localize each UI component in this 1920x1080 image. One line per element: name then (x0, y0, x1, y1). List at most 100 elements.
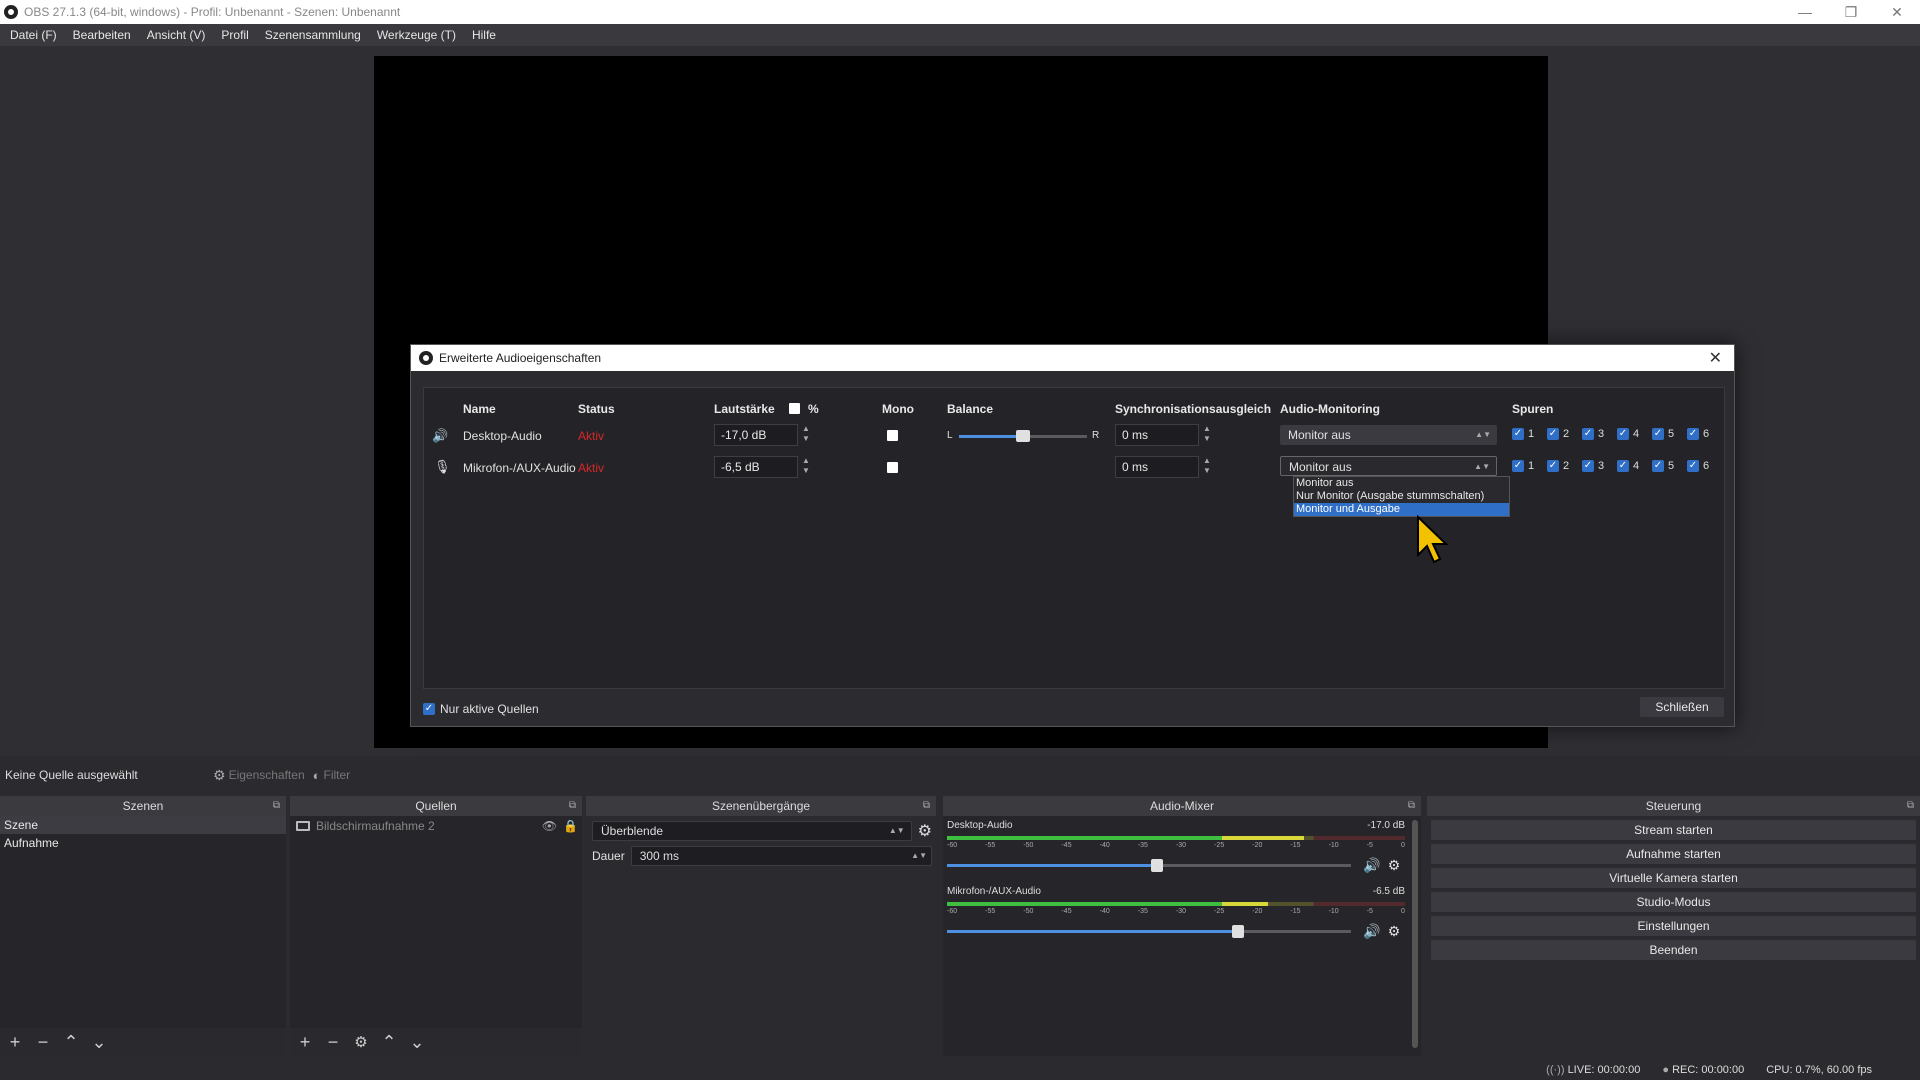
row-status: Aktiv (578, 429, 605, 443)
gear-icon[interactable]: ⚙ (352, 1033, 370, 1051)
track-5-checkbox[interactable]: ✓ 5 (1652, 428, 1674, 440)
track-6-checkbox[interactable]: ✓ 6 (1687, 460, 1709, 472)
transition-select[interactable]: Überblende ▲▼ (592, 821, 912, 841)
dropdown-option[interactable]: Monitor und Ausgabe (1294, 503, 1509, 516)
track-4-checkbox[interactable]: ✓ 4 (1617, 428, 1639, 440)
start-virtual-camera-button[interactable]: Virtuelle Kamera starten (1431, 868, 1916, 888)
volume-meter (947, 902, 1405, 906)
volume-input[interactable]: -17,0 dB (714, 424, 798, 446)
exit-button[interactable]: Beenden (1431, 940, 1916, 960)
properties-label: Eigenschaften (228, 768, 305, 782)
dropdown-option[interactable]: Nur Monitor (Ausgabe stummschalten) (1294, 490, 1509, 503)
menu-profile[interactable]: Profil (213, 24, 256, 46)
eye-icon[interactable]: 👁 (542, 819, 557, 833)
minimize-button[interactable]: — (1782, 0, 1828, 24)
duration-input[interactable]: 300 ms ▲▼ (630, 846, 932, 866)
move-down-icon[interactable]: ⌄ (408, 1032, 426, 1053)
undock-icon[interactable]: ⧉ (923, 796, 930, 816)
track-6-checkbox[interactable]: ✓ 6 (1687, 428, 1709, 440)
maximize-button[interactable]: ❐ (1828, 0, 1874, 24)
percent-checkbox[interactable] (789, 403, 800, 414)
undock-icon[interactable]: ⧉ (273, 796, 280, 816)
monitoring-select[interactable]: Monitor aus ▲▼ (1280, 456, 1497, 476)
mixer-dock-header: Audio-Mixer ⧉ (943, 796, 1421, 816)
add-icon[interactable]: + (296, 1032, 314, 1053)
close-button[interactable]: Schließen (1640, 697, 1724, 717)
speaker-icon[interactable]: 🔊 (1361, 923, 1383, 940)
move-up-icon[interactable]: ⌃ (380, 1032, 398, 1053)
close-window-button[interactable]: ✕ (1874, 0, 1920, 24)
gear-icon[interactable]: ⚙ (1383, 923, 1405, 940)
volume-spin-icon[interactable]: ▲ ▼ (800, 424, 812, 446)
gear-icon[interactable]: ⚙ (918, 821, 932, 841)
sync-spin-icon[interactable]: ▲ ▼ (1201, 456, 1213, 478)
track-3-checkbox[interactable]: ✓ 3 (1582, 428, 1604, 440)
mixer-scrollbar[interactable] (1412, 820, 1418, 1048)
menu-scene-collection[interactable]: Szenensammlung (257, 24, 369, 46)
track-5-checkbox[interactable]: ✓ 5 (1652, 460, 1674, 472)
menu-help[interactable]: Hilfe (464, 24, 504, 46)
track-2-checkbox[interactable]: ✓ 2 (1547, 428, 1569, 440)
filters-button[interactable]: ◐ Filter (313, 768, 351, 783)
start-recording-button[interactable]: Aufnahme starten (1431, 844, 1916, 864)
meter-inactive-overlay (1304, 836, 1405, 840)
close-icon[interactable]: ✕ (1709, 348, 1722, 368)
monitor-icon (296, 821, 310, 831)
undock-icon[interactable]: ⧉ (1408, 796, 1415, 816)
move-down-icon[interactable]: ⌄ (90, 1032, 108, 1053)
header-status: Status (578, 402, 615, 416)
balance-slider-fill (959, 435, 1023, 438)
mono-checkbox[interactable] (887, 462, 898, 473)
volume-slider[interactable] (947, 858, 1351, 872)
volume-slider-handle[interactable] (1151, 858, 1164, 872)
mono-checkbox[interactable] (887, 430, 898, 441)
controls-title: Steuerung (1645, 799, 1702, 813)
track-1-checkbox[interactable]: ✓ 1 (1512, 428, 1534, 440)
check-icon: ✓ (1687, 460, 1699, 472)
move-up-icon[interactable]: ⌃ (62, 1032, 80, 1053)
track-1-checkbox[interactable]: ✓ 1 (1512, 460, 1534, 472)
mixer-channel: Mikrofon-/AUX-Audio -6.5 dB -60 -55 -50 -45… (943, 882, 1409, 948)
settings-button[interactable]: Einstellungen (1431, 916, 1916, 936)
volume-slider-fill (947, 863, 1158, 867)
track-3-checkbox[interactable]: ✓ 3 (1582, 460, 1604, 472)
studio-mode-button[interactable]: Studio-Modus (1431, 892, 1916, 912)
volume-input[interactable]: -6,5 dB (714, 456, 798, 478)
only-active-sources-checkbox[interactable]: ✓ Nur aktive Quellen (423, 702, 539, 716)
volume-slider[interactable] (947, 924, 1351, 938)
monitoring-select[interactable]: Monitor aus ▲▼ (1280, 425, 1497, 445)
properties-button[interactable]: ⚙ Eigenschaften (213, 767, 305, 784)
balance-slider-handle[interactable] (1016, 430, 1030, 442)
rec-status: ● REC: 00:00:00 (1662, 1064, 1745, 1076)
only-active-label: Nur aktive Quellen (440, 702, 539, 716)
menu-view[interactable]: Ansicht (V) (139, 24, 214, 46)
add-icon[interactable]: + (6, 1032, 24, 1053)
obs-logo-icon (419, 351, 433, 365)
volume-spin-icon[interactable]: ▲ ▼ (800, 456, 812, 478)
dropdown-option[interactable]: Monitor aus (1294, 477, 1509, 490)
source-item[interactable]: Bildschirmaufnahme 2 👁 🔒 (290, 816, 582, 836)
gear-icon[interactable]: ⚙ (1383, 857, 1405, 874)
sync-offset-input[interactable]: 0 ms (1115, 424, 1199, 446)
sync-spin-icon[interactable]: ▲ ▼ (1201, 424, 1213, 446)
lock-icon[interactable]: 🔒 (563, 819, 578, 833)
menu-edit[interactable]: Bearbeiten (65, 24, 139, 46)
menu-file[interactable]: Datei (F) (2, 24, 65, 46)
row-name: Mikrofon-/AUX-Audio (463, 461, 576, 475)
start-stream-button[interactable]: Stream starten (1431, 820, 1916, 840)
remove-icon[interactable]: − (324, 1032, 342, 1053)
transitions-body: Überblende ▲▼ ⚙ Dauer 300 ms ▲▼ (586, 816, 936, 1056)
menu-tools[interactable]: Werkzeuge (T) (369, 24, 464, 46)
speaker-icon[interactable]: 🔊 (1361, 857, 1383, 874)
undock-icon[interactable]: ⧉ (1907, 796, 1914, 816)
balance-slider[interactable] (959, 430, 1087, 442)
scene-item[interactable]: Aufnahme (0, 834, 286, 852)
track-2-checkbox[interactable]: ✓ 2 (1547, 460, 1569, 472)
volume-slider-handle[interactable] (1231, 924, 1244, 938)
remove-icon[interactable]: − (34, 1032, 52, 1053)
sync-offset-input[interactable]: 0 ms (1115, 456, 1199, 478)
spin-icon[interactable]: ▲▼ (911, 847, 927, 865)
scene-item[interactable]: Szene (0, 816, 286, 834)
track-4-checkbox[interactable]: ✓ 4 (1617, 460, 1639, 472)
undock-icon[interactable]: ⧉ (569, 796, 576, 816)
